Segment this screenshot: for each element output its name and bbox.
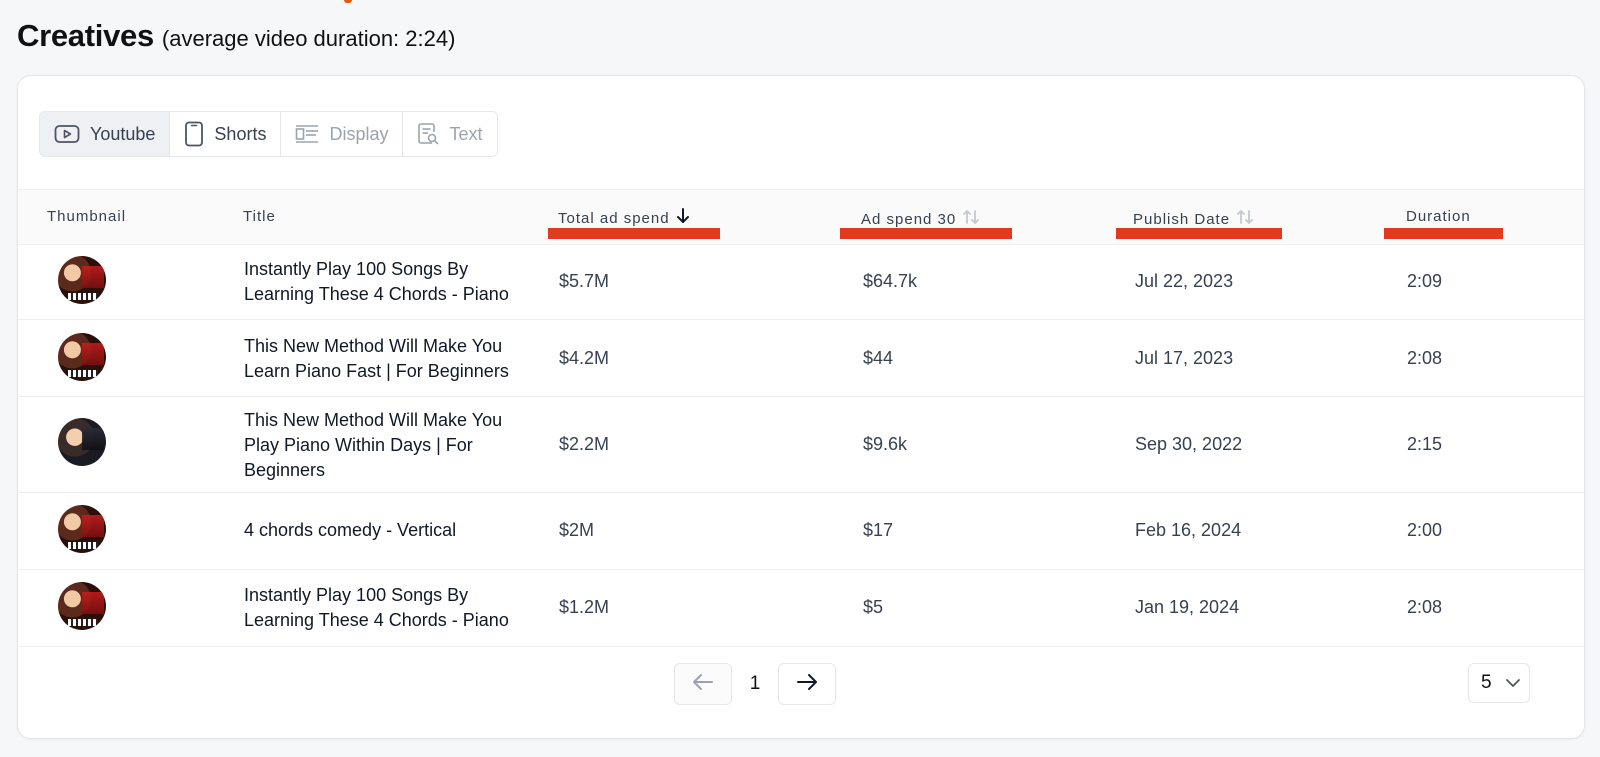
ad-spend-30: $44 <box>863 348 894 368</box>
sort-desc-icon[interactable] <box>676 208 690 228</box>
arrow-right-icon <box>796 673 818 696</box>
current-page[interactable]: 1 <box>732 673 778 695</box>
chevron-down-icon <box>1505 672 1521 694</box>
table-row[interactable]: Instantly Play 100 Songs By Learning The… <box>18 570 1584 647</box>
highlight-underline <box>840 228 1012 239</box>
col-thumbnail: Thumbnail <box>47 208 126 225</box>
video-title[interactable]: Instantly Play 100 Songs By Learning The… <box>244 583 509 633</box>
page-size-select[interactable]: 5 <box>1468 663 1530 703</box>
ad-spend-30: $17 <box>863 520 894 540</box>
video-thumbnail[interactable] <box>58 256 106 304</box>
tab-shorts-label: Shorts <box>214 123 267 144</box>
highlight-underline <box>1116 228 1282 239</box>
tab-shorts[interactable]: Shorts <box>170 112 282 156</box>
arrow-left-icon <box>692 673 714 696</box>
text-ad-icon <box>417 122 439 146</box>
youtube-icon <box>54 124 80 144</box>
duration: 2:08 <box>1407 597 1443 617</box>
tab-text-label: Text <box>449 123 483 144</box>
table-row[interactable]: This New Method Will Make You Learn Pian… <box>18 320 1584 397</box>
col-title-label: Title <box>243 208 276 225</box>
video-title[interactable]: This New Method Will Make You Play Piano… <box>244 408 502 483</box>
prev-page-button[interactable] <box>674 663 732 705</box>
video-thumbnail[interactable] <box>58 418 106 466</box>
publish-date: Jul 22, 2023 <box>1135 271 1234 291</box>
duration: 2:09 <box>1407 271 1443 291</box>
duration: 2:15 <box>1407 434 1443 454</box>
col-ad-spend-30[interactable]: Ad spend 30 <box>861 208 980 230</box>
pagination: 1 <box>674 663 836 705</box>
video-thumbnail[interactable] <box>58 333 106 381</box>
col-total-ad-spend[interactable]: Total ad spend <box>558 208 690 228</box>
page-title: Creatives <box>17 18 154 53</box>
duration: 2:00 <box>1407 520 1443 540</box>
publish-date: Sep 30, 2022 <box>1135 434 1243 454</box>
total-ad-spend: $4.2M <box>559 348 610 368</box>
total-ad-spend: $2.2M <box>559 434 610 454</box>
creative-type-tabs: Youtube Shorts Display Text <box>39 111 498 157</box>
table-row[interactable]: Instantly Play 100 Songs By Learning The… <box>18 243 1584 320</box>
tab-display[interactable]: Display <box>281 112 404 156</box>
col-total-ad-spend-label: Total ad spend <box>558 209 670 227</box>
creatives-card: Youtube Shorts Display Text Thumbnail Ti… <box>17 75 1585 739</box>
next-page-button[interactable] <box>778 663 836 705</box>
col-title: Title <box>243 208 276 225</box>
display-icon <box>295 124 319 144</box>
ad-spend-30: $5 <box>863 597 884 617</box>
table-row[interactable]: 4 chords comedy - Vertical $2M $17 Feb 1… <box>18 493 1584 570</box>
publish-date: Feb 16, 2024 <box>1135 520 1242 540</box>
tab-display-label: Display <box>329 123 389 144</box>
col-publish-date-label: Publish Date <box>1133 210 1231 228</box>
video-title[interactable]: This New Method Will Make You Learn Pian… <box>244 334 509 384</box>
highlight-underline <box>1384 228 1503 239</box>
col-duration: Duration <box>1406 208 1471 225</box>
highlight-underline <box>548 228 720 239</box>
total-ad-spend: $5.7M <box>559 271 610 291</box>
shorts-icon <box>184 121 204 147</box>
section-heading: Creatives (average video duration: 2:24) <box>17 18 455 54</box>
col-ad-spend-30-label: Ad spend 30 <box>861 210 957 228</box>
col-duration-label: Duration <box>1406 208 1471 225</box>
video-thumbnail[interactable] <box>58 505 106 553</box>
total-ad-spend: $1.2M <box>559 597 610 617</box>
col-publish-date[interactable]: Publish Date <box>1133 208 1254 230</box>
video-title[interactable]: 4 chords comedy - Vertical <box>244 518 456 543</box>
col-thumbnail-label: Thumbnail <box>47 208 127 225</box>
top-accent <box>344 0 352 3</box>
ad-spend-30: $9.6k <box>863 434 908 454</box>
total-ad-spend: $2M <box>559 520 595 540</box>
page-size-value: 5 <box>1481 672 1492 693</box>
tab-youtube-label: Youtube <box>90 123 156 144</box>
sort-icon[interactable] <box>962 208 980 230</box>
publish-date: Jul 17, 2023 <box>1135 348 1234 368</box>
table-row[interactable]: This New Method Will Make You Play Piano… <box>18 397 1584 493</box>
video-title[interactable]: Instantly Play 100 Songs By Learning The… <box>244 257 509 307</box>
sort-icon[interactable] <box>1236 208 1254 230</box>
video-thumbnail[interactable] <box>58 582 106 630</box>
tab-youtube[interactable]: Youtube <box>40 112 171 156</box>
ad-spend-30: $64.7k <box>863 271 918 291</box>
publish-date: Jan 19, 2024 <box>1135 597 1240 617</box>
tab-text[interactable]: Text <box>403 112 497 156</box>
page-subtitle: (average video duration: 2:24) <box>161 26 456 51</box>
duration: 2:08 <box>1407 348 1443 368</box>
